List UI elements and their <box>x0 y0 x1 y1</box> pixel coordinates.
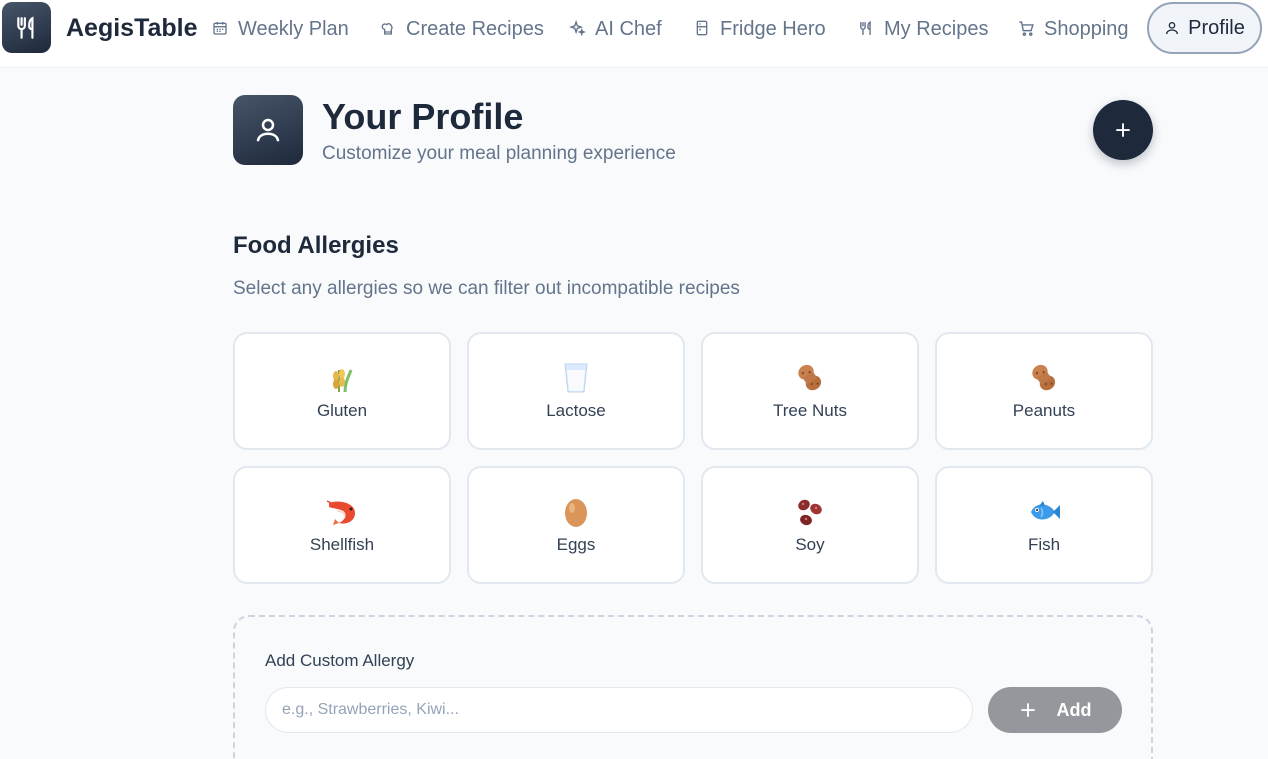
allergy-card-gluten[interactable]: Gluten <box>233 332 451 450</box>
allergy-label: Eggs <box>556 535 596 554</box>
custom-allergy-label: Add Custom Allergy <box>265 651 415 670</box>
nav-label: Profile <box>1188 16 1245 39</box>
logo[interactable] <box>2 2 51 53</box>
plus-icon <box>1019 701 1037 719</box>
allergy-label: Peanuts <box>1012 401 1076 420</box>
top-nav-bar: AegisTable Weekly Plan Create Recipes AI… <box>0 0 1268 68</box>
nav-label: Weekly Plan <box>238 17 349 40</box>
user-icon <box>1164 20 1180 36</box>
allergy-card-soy[interactable]: Soy <box>701 466 919 584</box>
allergy-label: Gluten <box>316 401 368 420</box>
allergy-label: Tree Nuts <box>772 401 847 420</box>
allergy-card-eggs[interactable]: Eggs <box>467 466 685 584</box>
nut-icon <box>793 361 827 395</box>
plus-icon <box>1116 123 1130 137</box>
custom-allergy-panel: Add Custom Allergy Add <box>233 615 1153 759</box>
beans-icon <box>793 495 827 529</box>
add-button-label: Add <box>1056 699 1092 720</box>
allergy-card-shellfish[interactable]: Shellfish <box>233 466 451 584</box>
cart-icon <box>1018 20 1036 38</box>
wheat-icon <box>325 361 359 395</box>
allergy-label: Soy <box>795 535 825 554</box>
nav-fridge-hero[interactable]: Fridge Hero <box>694 14 826 44</box>
sparkles-icon <box>569 20 587 38</box>
nav-profile[interactable]: Profile <box>1147 2 1262 54</box>
peanut-icon <box>1027 361 1061 395</box>
allergy-label: Lactose <box>546 401 606 420</box>
nav-label: AI Chef <box>595 17 662 40</box>
nav-create-recipes[interactable]: Create Recipes <box>380 14 544 44</box>
add-allergy-button[interactable]: Add <box>988 687 1122 733</box>
brand-name[interactable]: AegisTable <box>66 14 198 43</box>
allergy-label: Shellfish <box>309 535 375 554</box>
calendar-icon <box>212 20 230 38</box>
allergy-label: Fish <box>1027 535 1061 554</box>
fish-icon <box>1027 495 1061 529</box>
allergy-card-fish[interactable]: Fish <box>935 466 1153 584</box>
egg-icon <box>559 495 593 529</box>
page-title: Your Profile <box>322 96 524 137</box>
nav-label: Shopping <box>1044 17 1129 40</box>
section-subtitle: Select any allergies so we can filter ou… <box>233 278 740 299</box>
shrimp-icon <box>325 495 359 529</box>
chef-hat-icon <box>380 20 398 38</box>
fridge-icon <box>694 20 712 38</box>
nav-label: Fridge Hero <box>720 17 826 40</box>
add-button[interactable] <box>1093 100 1153 160</box>
allergy-card-tree-nuts[interactable]: Tree Nuts <box>701 332 919 450</box>
nav-weekly-plan[interactable]: Weekly Plan <box>212 14 349 44</box>
nav-my-recipes[interactable]: My Recipes <box>858 14 988 44</box>
page-subtitle: Customize your meal planning experience <box>322 143 676 164</box>
utensils-icon <box>16 15 33 39</box>
milk-glass-icon <box>559 361 593 395</box>
nav-label: My Recipes <box>884 17 989 40</box>
nav-ai-chef[interactable]: AI Chef <box>569 14 662 44</box>
utensils-icon <box>858 20 876 38</box>
nav-label: Create Recipes <box>406 17 544 40</box>
profile-avatar <box>233 95 303 165</box>
user-icon <box>256 118 280 142</box>
custom-allergy-input[interactable] <box>265 687 973 733</box>
section-title: Food Allergies <box>233 232 399 259</box>
allergy-card-lactose[interactable]: Lactose <box>467 332 685 450</box>
nav-shopping[interactable]: Shopping <box>1018 14 1129 44</box>
allergy-card-peanuts[interactable]: Peanuts <box>935 332 1153 450</box>
